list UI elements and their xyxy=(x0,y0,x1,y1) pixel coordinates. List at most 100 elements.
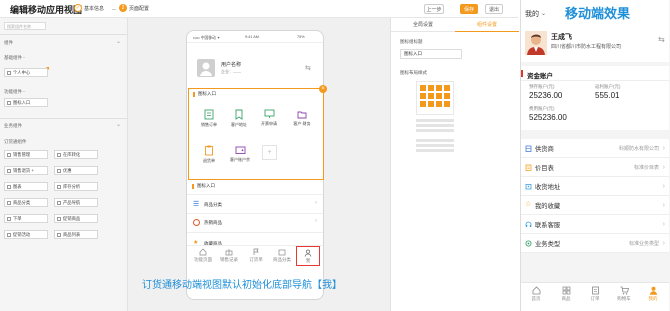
switch-icon[interactable]: ⇆ xyxy=(658,35,665,44)
component-icon-entry[interactable]: 图标入口 xyxy=(4,98,48,107)
tab-me[interactable]: 我 xyxy=(296,246,320,266)
layout-style-option-selected[interactable] xyxy=(416,81,454,115)
field-label: 图标布局样式 xyxy=(400,70,427,75)
component-grid-item[interactable]: 商品分类 xyxy=(4,198,48,207)
component-user-center[interactable]: 个人中心 xyxy=(4,68,48,77)
component-grid-item[interactable]: 销售退货 + xyxy=(4,166,48,175)
subsection-title: 订货通组件 xyxy=(4,139,27,144)
prev-button[interactable]: 上一步 xyxy=(424,4,444,14)
divider xyxy=(187,194,323,195)
component-grid-item[interactable]: 在库转化 xyxy=(54,150,98,159)
preview-list-supplier[interactable]: 供货商 科顺防水有限公司 › xyxy=(521,139,669,158)
preview-tab-orders[interactable]: 订单 xyxy=(582,286,608,302)
chevron-down-icon[interactable]: ⌄ xyxy=(116,121,121,128)
fund-value[interactable]: 525236.00 xyxy=(529,113,567,122)
preview-list-address[interactable]: 收货地址 › xyxy=(521,177,669,196)
component-grid-item[interactable]: 销售管理 xyxy=(4,150,48,159)
icon-customer-balance[interactable]: 客户账户余 xyxy=(225,145,255,163)
layout-bar xyxy=(416,124,454,127)
tab-label: 首页 xyxy=(531,296,541,301)
fund-value[interactable]: 555.01 xyxy=(595,91,619,100)
preview-tab-cart[interactable]: 购物车 xyxy=(611,286,637,302)
list-value: 标准业务类型 xyxy=(628,240,659,247)
avatar xyxy=(525,31,547,55)
clock-text: 9:41 AM xyxy=(245,35,259,39)
carrier-text: ••••• 中国移动 ✦ xyxy=(193,36,221,40)
chevron-down-icon[interactable]: ⌄ xyxy=(116,38,121,45)
list-label: 供货商 xyxy=(535,145,554,153)
step-number: 2 xyxy=(119,4,127,12)
funds-title: 资金账户 xyxy=(527,73,553,80)
fund-value[interactable]: 25236.00 xyxy=(529,91,562,100)
preview-tab-home[interactable]: 首页 xyxy=(523,286,549,302)
grid-icon xyxy=(562,286,570,295)
document-icon xyxy=(204,109,214,120)
layout-cell xyxy=(428,85,434,91)
icon-group-title-input[interactable]: 图标入口 xyxy=(400,49,462,59)
switch-icon[interactable]: ⇆ xyxy=(305,64,311,72)
fund-label: 预存账户(元) xyxy=(529,84,555,89)
battery-text: 75% xyxy=(297,35,305,39)
exit-button[interactable]: 退出 xyxy=(485,4,503,14)
component-grid-item[interactable]: 促销活动 xyxy=(4,230,48,239)
folder-icon xyxy=(297,111,307,119)
component-label: 促销商品 xyxy=(63,215,81,221)
preview-tab-products[interactable]: 商品 xyxy=(553,286,579,302)
preview-user-card: 王成飞 四川省都川市防水工程有限公司 ⇆ xyxy=(521,26,669,62)
delete-icon[interactable]: × xyxy=(319,85,327,93)
icon-customer-finance[interactable]: 客户·财务 xyxy=(287,109,317,127)
step-basic-info[interactable]: ✓ 基本信息 xyxy=(74,4,104,12)
list-icon: ☰ xyxy=(193,201,200,208)
component-grid-item[interactable]: 商品列表 xyxy=(54,230,98,239)
component-label: 销售管理 xyxy=(13,151,31,157)
divider xyxy=(0,34,127,35)
preview-list-business-type[interactable]: 业务类型 标准业务类型 › xyxy=(521,234,669,253)
component-grid-item[interactable]: 下单 xyxy=(4,214,48,223)
icon-customer-address[interactable]: 客户地址 xyxy=(227,109,251,128)
phone-list-item-category[interactable]: ☰ 商品分类 › xyxy=(187,197,323,213)
preview-tab-me[interactable]: 我的 xyxy=(640,286,666,302)
layout-cell xyxy=(436,85,442,91)
component-label: 销售退货 + xyxy=(13,167,34,173)
component-search-input[interactable]: 搜索组件名称 xyxy=(4,22,46,30)
section-title: 图标入口 xyxy=(198,91,216,96)
tab-component-settings[interactable]: 组件设置 xyxy=(455,18,519,32)
layout-cell xyxy=(436,93,442,99)
tab-order-form[interactable]: 订货单 xyxy=(244,248,268,263)
tab-sales-records[interactable]: 销售记录 xyxy=(217,248,241,263)
component-grid-item[interactable]: 库存分析 xyxy=(54,182,98,191)
layout-style-option[interactable] xyxy=(416,139,454,155)
component-grid-item[interactable]: 图表 xyxy=(4,182,48,191)
save-button[interactable]: 保存 xyxy=(460,4,478,14)
tab-global-settings[interactable]: 全局设置 xyxy=(391,18,455,32)
chevron-down-icon[interactable]: ⌄ xyxy=(541,10,546,17)
building-icon xyxy=(525,145,532,152)
step-page-config[interactable]: 2 页面配置 xyxy=(119,4,149,12)
layout-cell xyxy=(444,93,450,99)
preview-user-name: 王成飞 xyxy=(551,34,572,41)
layout-cell xyxy=(436,101,442,107)
tab-function-page[interactable]: 功能页面 xyxy=(191,248,215,263)
phone-list-item-hot[interactable]: 热销商品 › xyxy=(187,215,323,231)
icon-entry-section-selected[interactable]: 图标入口 × 销售订单 客户地址 开票申请 客户·财务 退货单 客户账户余 + xyxy=(188,85,327,180)
component-label: 个人中心 xyxy=(13,69,31,75)
component-icon xyxy=(7,184,11,189)
component-panel: 搜索组件名称 组件 ⌄ 基础组件 - 个人中心 功能组件 - 图标入口 业务组件… xyxy=(0,18,128,311)
component-label: 图表 xyxy=(13,183,22,189)
layout-style-option[interactable] xyxy=(416,119,454,135)
chevron-right-icon: › xyxy=(662,201,665,209)
component-label: 促销活动 xyxy=(13,231,31,237)
corner-marker xyxy=(46,67,49,70)
component-grid-item[interactable]: 促销商品 xyxy=(54,214,98,223)
icon-return-order[interactable]: 退货单 xyxy=(197,145,221,164)
tab-product-category[interactable]: 商品分类 xyxy=(270,248,294,263)
preview-header-title: 我的 xyxy=(525,11,539,18)
icon-invoice-request[interactable]: 开票申请 xyxy=(257,109,281,127)
icon-sales-order[interactable]: 销售订单 xyxy=(197,109,221,128)
component-grid-item[interactable]: 优惠 xyxy=(54,166,98,175)
preview-list-support[interactable]: 联系客服 › xyxy=(521,215,669,234)
preview-list-price-table[interactable]: 价目表 标准价目表 › xyxy=(521,158,669,177)
component-grid-item[interactable]: 产品导航 xyxy=(54,198,98,207)
add-icon-button[interactable]: + xyxy=(262,145,277,160)
preview-list-favorites[interactable]: ☆ 我的收藏 › xyxy=(521,196,669,215)
